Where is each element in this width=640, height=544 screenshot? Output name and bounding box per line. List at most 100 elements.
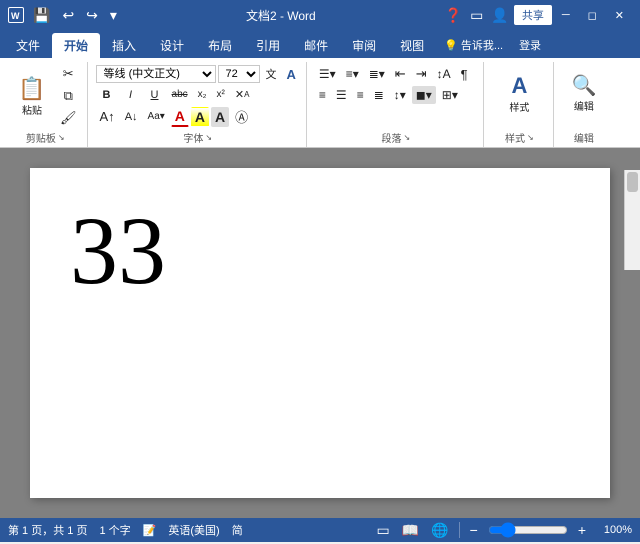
decrease-indent-btn[interactable]: ⇤ (391, 64, 410, 84)
tab-home[interactable]: 开始 (52, 33, 100, 58)
customize-quick-btn[interactable]: ▾ (107, 7, 120, 24)
bold-btn[interactable]: B (96, 87, 118, 103)
tab-references[interactable]: 引用 (244, 33, 292, 58)
clipboard-group: 📋 粘贴 ✂ ⧉ 🖌 剪贴板 ↘ (4, 62, 88, 147)
clipboard-sub-btns: ✂ ⧉ 🖌 (56, 64, 81, 128)
font-row2: B I U abc x₂ x² ✕A (96, 86, 300, 103)
font-group-label: 字体 ↘ (96, 130, 300, 145)
font-size-select[interactable]: 72 8101214 16182024 28364872 (218, 65, 260, 83)
tab-file[interactable]: 文件 (4, 33, 52, 58)
view-read-btn[interactable]: 📖 (400, 522, 421, 539)
wensi-btn[interactable]: 文 (262, 64, 281, 84)
view-web-btn[interactable]: 🌐 (429, 522, 450, 539)
save-quick-btn[interactable]: 💾 (30, 7, 53, 24)
format-painter-btn[interactable]: 🖌 (56, 108, 81, 128)
font-color-btn[interactable]: A (171, 106, 189, 127)
styles-gallery-btn[interactable]: A 样式 (492, 64, 547, 122)
multilevel-list-btn[interactable]: ≣▾ (365, 65, 389, 83)
font-controls: 等线 (中文正文) 72 8101214 16182024 28364872 文… (96, 64, 300, 128)
cut-btn[interactable]: ✂ (56, 64, 81, 84)
align-center-btn[interactable]: ☰ (332, 86, 351, 104)
tab-insert[interactable]: 插入 (100, 33, 148, 58)
title-bar: W 💾 ↩ ↪ ▾ 文档2 - Word ❓ ▭ 👤 共享 ─ ◻ ✕ (0, 0, 640, 30)
clipboard-group-content: 📋 粘贴 ✂ ⧉ 🖌 (10, 64, 81, 128)
align-left-btn[interactable]: ≡ (315, 86, 330, 104)
minimize-btn[interactable]: ─ (554, 7, 578, 23)
language-indicator[interactable]: 英语(美国) (168, 522, 219, 538)
signin-btn[interactable]: 登录 (511, 34, 549, 56)
tab-design[interactable]: 设计 (148, 33, 196, 58)
share-icon-btn[interactable]: 👤 (488, 7, 511, 24)
paragraph-expand-icon[interactable]: ↘ (404, 133, 411, 142)
font-decor-btn[interactable]: A (283, 65, 300, 84)
svg-text:W: W (11, 11, 20, 21)
unordered-list-btn[interactable]: ☰▾ (315, 65, 340, 83)
undo-quick-btn[interactable]: ↩ (59, 7, 77, 24)
font-expand-icon[interactable]: ↘ (205, 133, 212, 142)
tab-mailings[interactable]: 邮件 (292, 33, 340, 58)
ribbon-body: 📋 粘贴 ✂ ⧉ 🖌 剪贴板 ↘ 等线 (中文正文) (0, 58, 640, 148)
font-family-select[interactable]: 等线 (中文正文) (96, 65, 216, 83)
styles-a-icon: A (511, 73, 527, 99)
zoom-out-btn[interactable]: − (468, 522, 480, 538)
title-bar-left: W 💾 ↩ ↪ ▾ (8, 7, 120, 24)
tell-me-btn[interactable]: 💡 告诉我... (436, 34, 511, 56)
paragraph-group: ☰▾ ≡▾ ≣▾ ⇤ ⇥ ↕A ¶ ≡ ☰ ≡ ≣ ↕▾ ◼▾ ⊞▾ (309, 62, 484, 147)
clipboard-group-label: 剪贴板 ↘ (10, 130, 81, 145)
styles-group: A 样式 样式 ↘ (486, 62, 554, 147)
highlight-btn[interactable]: A (191, 107, 209, 127)
change-case-btn[interactable]: Aa▾ (144, 109, 169, 124)
zoom-slider[interactable] (488, 522, 568, 538)
align-right-btn[interactable]: ≡ (353, 86, 368, 104)
word-count: 1 个字 (99, 522, 130, 538)
scrollbar-thumb[interactable] (627, 172, 638, 192)
show-marks-btn[interactable]: ¶ (457, 65, 472, 84)
size-up-btn[interactable]: A↑ (96, 107, 119, 126)
tab-review[interactable]: 审阅 (340, 33, 388, 58)
document-area: 33 (0, 148, 640, 518)
border-btn[interactable]: ⊞▾ (438, 86, 462, 104)
shading-btn[interactable]: ◼▾ (412, 86, 436, 104)
scrollbar-vertical[interactable] (624, 170, 640, 270)
paste-label: 粘贴 (22, 102, 42, 117)
paragraph-controls: ☰▾ ≡▾ ≣▾ ⇤ ⇥ ↕A ¶ ≡ ☰ ≡ ≣ ↕▾ ◼▾ ⊞▾ (315, 64, 477, 104)
font-shade-btn[interactable]: A (211, 107, 229, 127)
font-row3: A↑ A↓ Aa▾ A A A Ⓐ (96, 105, 300, 128)
restore-btn[interactable]: ◻ (580, 7, 605, 24)
font-group: 等线 (中文正文) 72 8101214 16182024 28364872 文… (90, 62, 307, 147)
close-btn[interactable]: ✕ (607, 7, 632, 24)
subscript-btn[interactable]: x₂ (194, 87, 211, 102)
search-icon: 🔍 (571, 73, 596, 98)
tab-layout[interactable]: 布局 (196, 33, 244, 58)
document-page[interactable]: 33 (30, 168, 610, 498)
document-content[interactable]: 33 (70, 198, 570, 304)
justify-btn[interactable]: ≣ (370, 86, 388, 104)
strikethrough-btn[interactable]: abc (168, 87, 192, 102)
editing-search-btn[interactable]: 🔍 编辑 (562, 64, 606, 122)
tab-view[interactable]: 视图 (388, 33, 436, 58)
title-bar-right: ❓ ▭ 👤 共享 ─ ◻ ✕ (442, 5, 632, 25)
help-btn[interactable]: ❓ (442, 7, 465, 24)
size-down-btn[interactable]: A↓ (121, 109, 142, 125)
underline-btn[interactable]: U (144, 87, 166, 103)
ribbon-display-btn[interactable]: ▭ (467, 7, 486, 24)
ordered-list-btn[interactable]: ≡▾ (342, 65, 363, 83)
superscript-btn[interactable]: x² (213, 87, 229, 102)
styles-expand-icon[interactable]: ↘ (527, 133, 534, 142)
font-row1: 等线 (中文正文) 72 8101214 16182024 28364872 文… (96, 64, 300, 84)
paste-btn[interactable]: 📋 粘贴 (10, 64, 54, 128)
line-spacing-btn[interactable]: ↕▾ (390, 86, 410, 104)
font-circle-btn[interactable]: Ⓐ (231, 105, 252, 128)
share-btn[interactable]: 共享 (514, 5, 552, 25)
zoom-level[interactable]: 100% (596, 524, 632, 536)
increase-indent-btn[interactable]: ⇥ (412, 64, 431, 84)
italic-btn[interactable]: I (120, 87, 142, 103)
copy-btn[interactable]: ⧉ (56, 86, 81, 106)
zoom-in-btn[interactable]: + (576, 522, 588, 538)
clear-format-btn[interactable]: ✕A (231, 86, 254, 103)
redo-quick-btn[interactable]: ↪ (83, 7, 101, 24)
sort-btn[interactable]: ↕A (433, 65, 455, 83)
view-print-btn[interactable]: ▭ (375, 522, 392, 539)
styles-group-label: 样式 ↘ (492, 130, 547, 145)
clipboard-expand-icon[interactable]: ↘ (58, 133, 65, 142)
